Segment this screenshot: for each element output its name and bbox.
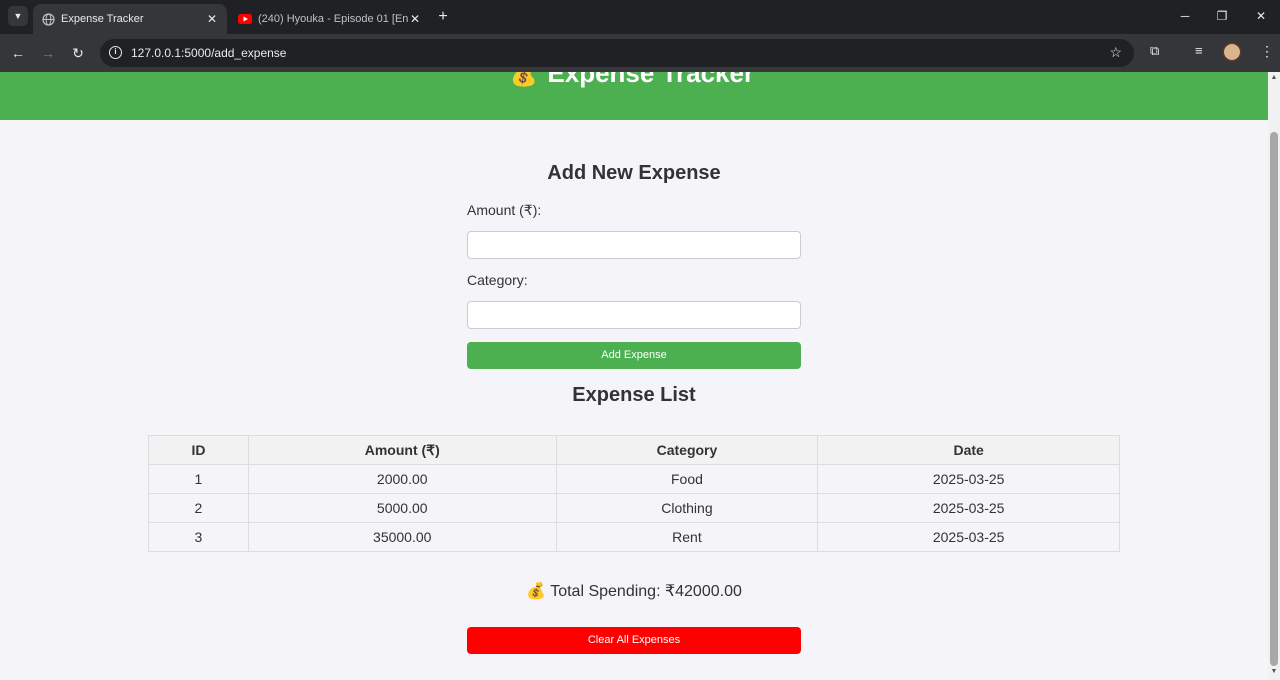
- bookmark-star-icon[interactable]: ☆: [1109, 44, 1122, 61]
- close-tab-icon[interactable]: ✕: [205, 12, 219, 26]
- page-header: 💰 Expense Tracker: [0, 72, 1268, 120]
- site-info-icon[interactable]: i: [109, 46, 122, 59]
- cell-date: 2025-03-25: [817, 464, 1120, 494]
- close-tab-icon[interactable]: ✕: [408, 12, 422, 26]
- new-tab-icon[interactable]: +: [434, 8, 452, 26]
- scroll-up-arrow-icon[interactable]: ▲: [1270, 74, 1278, 81]
- cell-date: 2025-03-25: [817, 522, 1120, 552]
- cell-amount: 5000.00: [247, 493, 557, 523]
- cell-id: 1: [148, 464, 249, 494]
- tab-title: (240) Hyouka - Episode 01 [Eng: [258, 13, 408, 25]
- tab-search-icon[interactable]: ▼: [8, 6, 28, 26]
- expense-table: ID Amount (₹) Category Date 1 2000.00 Fo…: [148, 435, 1120, 552]
- table-row: 2 5000.00 Clothing 2025-03-25: [148, 493, 1120, 523]
- browser-menu-icon[interactable]: ⋮: [1260, 43, 1274, 60]
- url-text: 127.0.0.1:5000/add_expense: [131, 46, 287, 60]
- add-expense-button[interactable]: Add Expense: [467, 342, 801, 369]
- money-bag-icon: 💰: [510, 72, 538, 87]
- cell-amount: 2000.00: [247, 464, 557, 494]
- money-bag-icon: 💰: [526, 583, 547, 600]
- tab-youtube[interactable]: (240) Hyouka - Episode 01 [Eng ✕: [230, 4, 430, 34]
- page-title: 💰 Expense Tracker: [510, 72, 754, 89]
- add-expense-heading: Add New Expense: [547, 162, 721, 184]
- category-input[interactable]: [467, 301, 801, 329]
- restore-icon[interactable]: ❐: [1207, 6, 1237, 26]
- cell-category: Clothing: [555, 493, 819, 523]
- table-row: 1 2000.00 Food 2025-03-25: [148, 464, 1120, 494]
- reload-icon[interactable]: ↻: [67, 42, 89, 64]
- address-bar[interactable]: i 127.0.0.1:5000/add_expense ☆: [100, 39, 1134, 67]
- amount-input[interactable]: [467, 231, 801, 259]
- scroll-down-arrow-icon[interactable]: ▼: [1270, 668, 1278, 675]
- cell-id: 2: [148, 493, 249, 523]
- minimize-icon[interactable]: ─: [1170, 6, 1200, 26]
- table-row: 3 35000.00 Rent 2025-03-25: [148, 522, 1120, 552]
- clear-all-expenses-button[interactable]: Clear All Expenses: [467, 627, 801, 654]
- page-viewport: 💰 Expense Tracker Add New Expense Amount …: [0, 72, 1268, 680]
- media-queue-icon[interactable]: ≡: [1195, 43, 1203, 58]
- back-icon[interactable]: ←: [7, 42, 29, 64]
- scrollbar-thumb[interactable]: [1270, 132, 1278, 666]
- profile-avatar[interactable]: [1222, 42, 1242, 62]
- cell-amount: 35000.00: [247, 522, 557, 552]
- column-header-id: ID: [148, 435, 249, 465]
- page-scrollbar[interactable]: ▲ ▼: [1268, 72, 1280, 680]
- extensions-icon[interactable]: ⧉: [1150, 43, 1159, 59]
- forward-icon[interactable]: →: [37, 42, 59, 64]
- column-header-category: Category: [555, 435, 819, 465]
- column-header-date: Date: [817, 435, 1120, 465]
- youtube-icon: [238, 12, 252, 26]
- tab-expense-tracker[interactable]: Expense Tracker ✕: [33, 4, 227, 34]
- cell-category: Rent: [555, 522, 819, 552]
- cell-date: 2025-03-25: [817, 493, 1120, 523]
- browser-toolbar: ← → ↻ i 127.0.0.1:5000/add_expense ☆ ⧉ ≡…: [0, 34, 1280, 72]
- total-spending-text: Total Spending: ₹42000.00: [550, 583, 742, 600]
- close-window-icon[interactable]: ✕: [1246, 6, 1276, 26]
- app-title: Expense Tracker: [547, 72, 755, 88]
- total-spending: 💰 Total Spending: ₹42000.00: [0, 581, 1268, 601]
- amount-label: Amount (₹):: [467, 202, 542, 218]
- column-header-amount: Amount (₹): [247, 435, 557, 465]
- cell-category: Food: [555, 464, 819, 494]
- browser-tab-strip: ▼ Expense Tracker ✕ (240) Hyouka - Episo…: [0, 0, 1280, 34]
- globe-icon: [41, 12, 55, 26]
- cell-id: 3: [148, 522, 249, 552]
- expense-list-heading: Expense List: [572, 384, 696, 406]
- table-header-row: ID Amount (₹) Category Date: [148, 435, 1120, 465]
- category-label: Category:: [467, 272, 528, 288]
- tab-title: Expense Tracker: [61, 13, 144, 25]
